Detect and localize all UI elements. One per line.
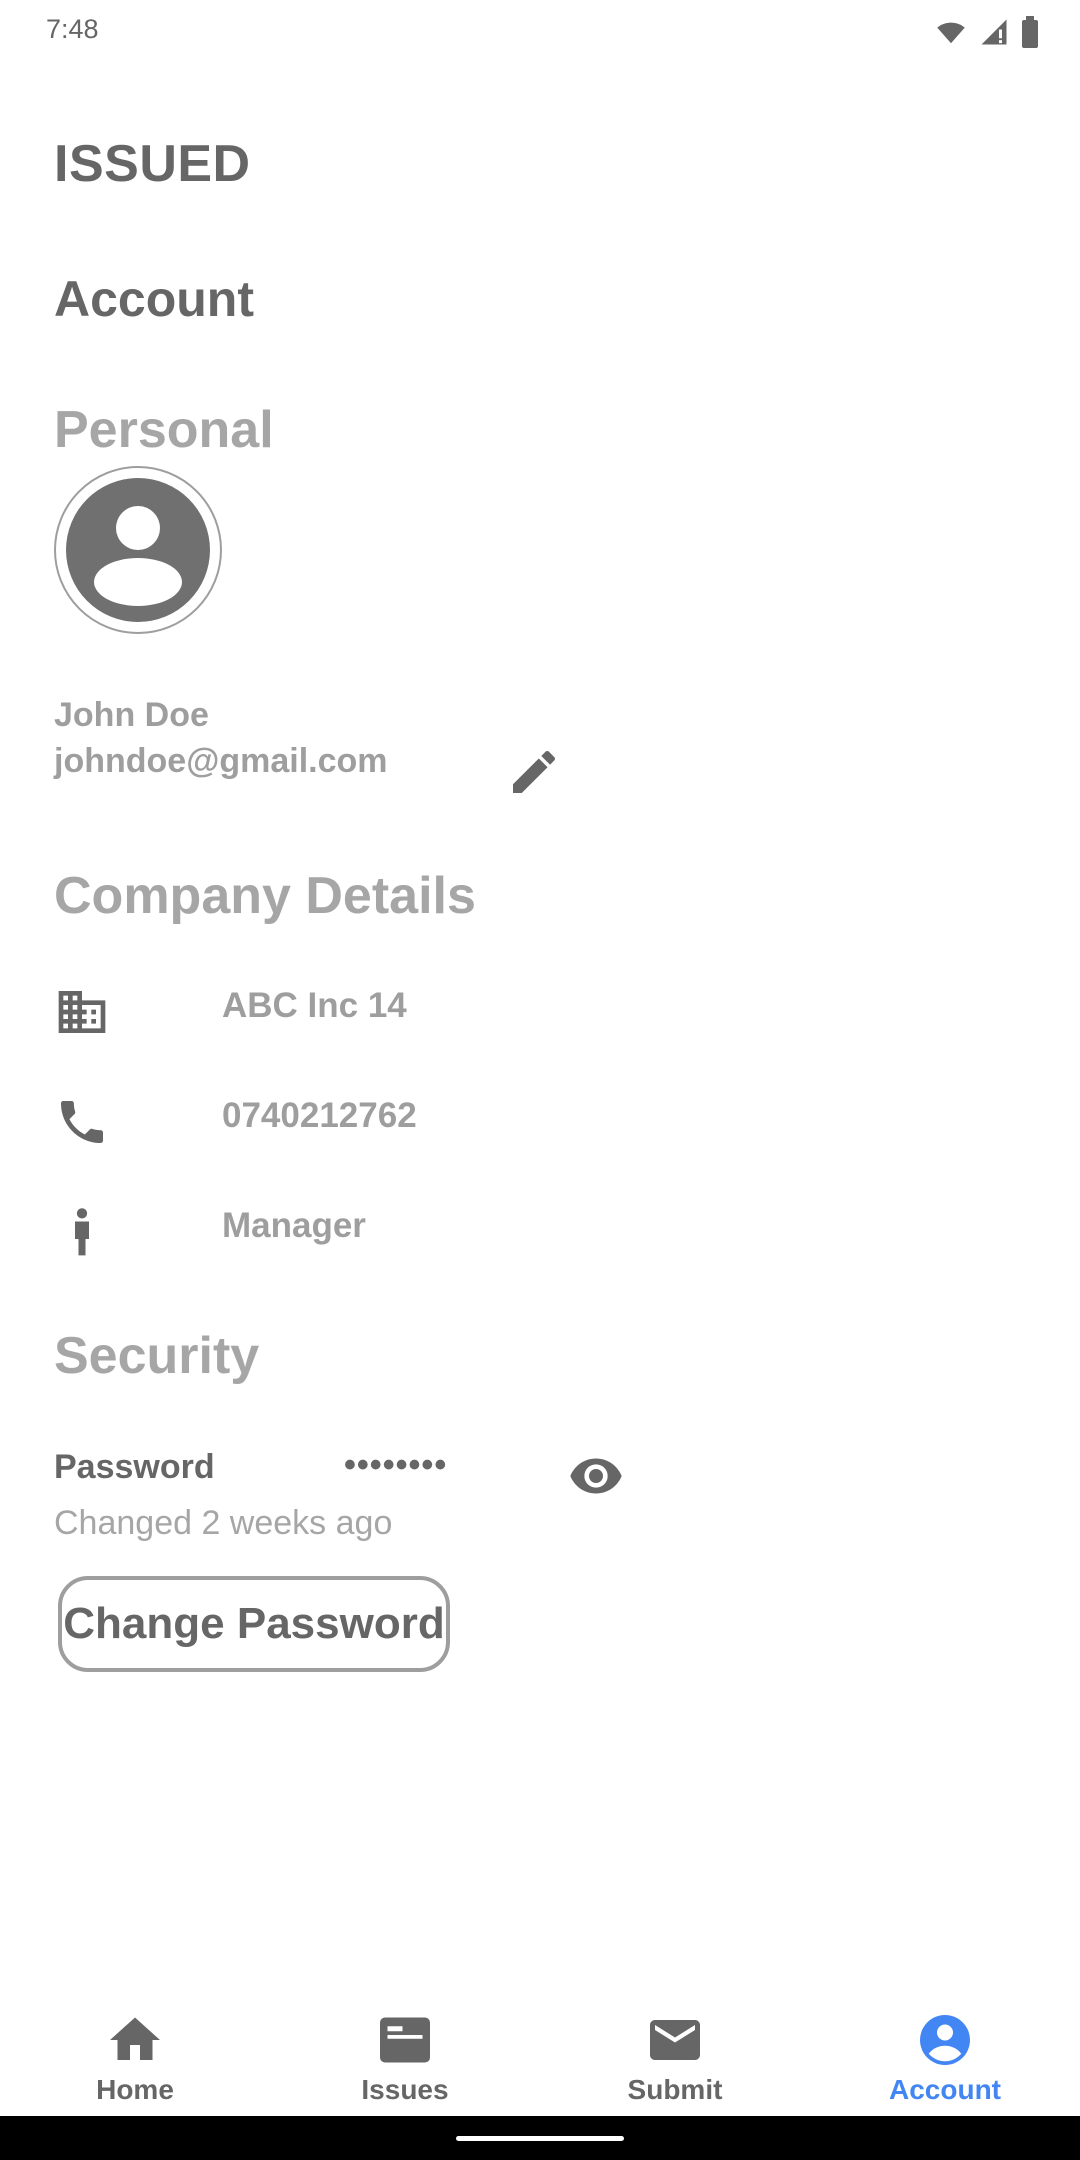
- company-role: Manager: [222, 1206, 366, 1245]
- account-icon: [920, 2015, 970, 2065]
- building-icon: [58, 991, 106, 1033]
- nav-label-issues: Issues: [361, 2074, 449, 2105]
- mail-icon: [650, 2020, 700, 2060]
- nav-label-submit: Submit: [627, 2074, 723, 2105]
- bottom-nav: Home Issues Submit Account: [0, 1990, 1080, 2116]
- status-bar: 7:48: [0, 0, 1080, 64]
- nav-item-issues[interactable]: Issues: [270, 1990, 540, 2116]
- gesture-bar: [0, 2116, 1080, 2160]
- gesture-handle[interactable]: [456, 2136, 624, 2141]
- user-email: johndoe@gmail.com: [54, 742, 388, 780]
- status-time: 7:48: [46, 14, 99, 44]
- app-title: ISSUED: [54, 135, 251, 193]
- password-mask: ••••••••: [344, 1446, 448, 1484]
- nav-item-home[interactable]: Home: [0, 1990, 270, 2116]
- eye-icon[interactable]: [566, 1448, 626, 1504]
- home-icon: [110, 2017, 160, 2060]
- avatar[interactable]: [54, 466, 222, 634]
- section-title-security: Security: [54, 1327, 260, 1385]
- company-name: ABC Inc 14: [222, 986, 407, 1025]
- nav-item-account[interactable]: Account: [810, 1990, 1080, 2116]
- wifi-icon: [937, 22, 965, 44]
- change-password-button[interactable]: Change Password: [58, 1576, 450, 1672]
- avatar-person-icon: [66, 478, 210, 622]
- password-changed-text: Changed 2 weeks ago: [54, 1504, 393, 1542]
- section-title-company: Company Details: [54, 867, 476, 925]
- nav-label-home: Home: [96, 2074, 174, 2105]
- battery-icon: [1022, 16, 1038, 48]
- status-icons: [934, 16, 1040, 48]
- issues-icon: [380, 2017, 430, 2063]
- page-title: Account: [54, 271, 254, 327]
- company-phone: 0740212762: [222, 1096, 417, 1135]
- nav-item-submit[interactable]: Submit: [540, 1990, 810, 2116]
- signal-icon: [981, 19, 1007, 45]
- password-label: Password: [54, 1448, 215, 1486]
- person-icon: [75, 1208, 89, 1256]
- section-title-personal: Personal: [54, 401, 274, 459]
- edit-icon[interactable]: [506, 744, 562, 800]
- nav-label-account: Account: [889, 2074, 1001, 2105]
- phone-icon: [61, 1101, 103, 1143]
- user-name: John Doe: [54, 696, 209, 734]
